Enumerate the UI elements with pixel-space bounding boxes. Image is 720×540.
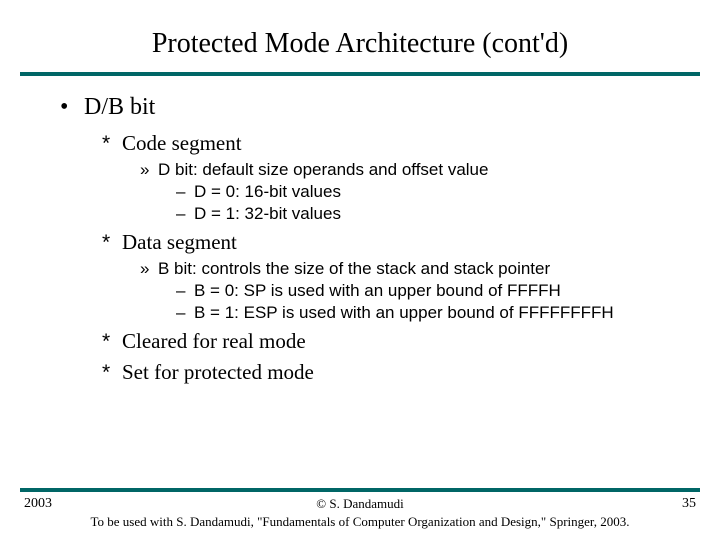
text-code-segment: Code segment	[122, 131, 242, 155]
title-rule	[20, 72, 700, 76]
bullet-dash-icon: –	[176, 204, 194, 224]
text-data-segment: Data segment	[122, 230, 237, 254]
text-db-bit: D/B bit	[84, 94, 155, 120]
text-b0: B = 0: SP is used with an upper bound of…	[194, 281, 561, 300]
footer-rule	[20, 488, 700, 492]
bullet-b-bit: »B bit: controls the size of the stack a…	[140, 259, 680, 279]
bullet-d-bit: »D bit: default size operands and offset…	[140, 160, 680, 180]
bullet-b1: –B = 1: ESP is used with an upper bound …	[176, 303, 680, 323]
bullet-dash-icon: –	[176, 182, 194, 202]
bullet-star-icon: *	[102, 361, 122, 385]
bullet-star-icon: *	[102, 231, 122, 255]
bullet-cleared: *Cleared for real mode	[102, 329, 680, 354]
text-d0: D = 0: 16-bit values	[194, 182, 341, 201]
bullet-data-segment: *Data segment	[102, 230, 680, 255]
bullet-dot-icon: •	[60, 94, 84, 121]
footer-copyright: © S. Dandamudi	[316, 496, 404, 511]
bullet-raquo-icon: »	[140, 259, 158, 279]
text-b-bit: B bit: controls the size of the stack an…	[158, 259, 550, 278]
text-d1: D = 1: 32-bit values	[194, 204, 341, 223]
footer-citation: To be used with S. Dandamudi, "Fundament…	[0, 514, 720, 530]
bullet-d1: –D = 1: 32-bit values	[176, 204, 680, 224]
bullet-set: *Set for protected mode	[102, 360, 680, 385]
bullet-dash-icon: –	[176, 281, 194, 301]
bullet-raquo-icon: »	[140, 160, 158, 180]
text-d-bit: D bit: default size operands and offset …	[158, 160, 488, 179]
slide-content: •D/B bit *Code segment »D bit: default s…	[0, 94, 720, 385]
text-set: Set for protected mode	[122, 360, 314, 384]
bullet-db-bit: •D/B bit	[60, 94, 680, 121]
bullet-b0: –B = 0: SP is used with an upper bound o…	[176, 281, 680, 301]
slide: Protected Mode Architecture (cont'd) •D/…	[0, 0, 720, 540]
bullet-dash-icon: –	[176, 303, 194, 323]
bullet-d0: –D = 0: 16-bit values	[176, 182, 680, 202]
slide-title: Protected Mode Architecture (cont'd)	[0, 0, 720, 72]
text-cleared: Cleared for real mode	[122, 329, 306, 353]
footer: © S. Dandamudi To be used with S. Dandam…	[0, 496, 720, 530]
text-b1: B = 1: ESP is used with an upper bound o…	[194, 303, 614, 322]
bullet-star-icon: *	[102, 132, 122, 156]
bullet-code-segment: *Code segment	[102, 131, 680, 156]
bullet-star-icon: *	[102, 330, 122, 354]
